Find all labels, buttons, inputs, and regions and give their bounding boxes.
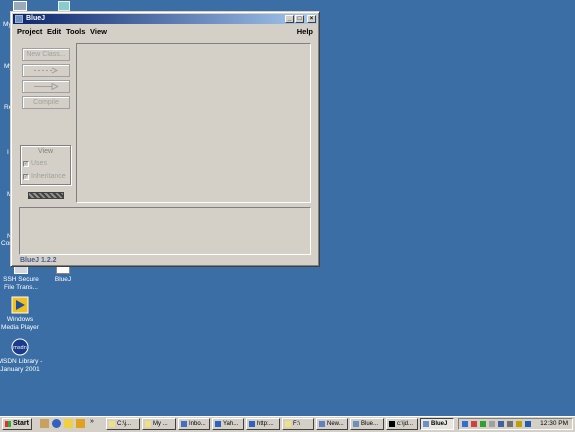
- task-button-active[interactable]: BlueJ: [420, 418, 454, 430]
- desktop-icon-label: MSDN Library -: [0, 358, 43, 365]
- desktop-label-partial-ie: I: [7, 149, 9, 156]
- media-player-icon: [11, 296, 29, 314]
- menu-bar: Project Edit Tools View Help: [15, 27, 315, 37]
- bluej-window: BlueJ _ □ × Project Edit Tools View Help…: [10, 11, 320, 267]
- view-panel: View ✓ Uses ✓ Inheritance: [20, 145, 71, 185]
- browser-icon: [215, 421, 221, 427]
- view-panel-title: View: [37, 148, 54, 155]
- desktop-icon-msdn[interactable]: msdn MSDN Library - January 2001: [0, 338, 46, 374]
- media-player-quicklaunch-icon[interactable]: [76, 419, 85, 428]
- inheritance-arrow-button[interactable]: [22, 80, 70, 93]
- message-area: [19, 207, 311, 255]
- uses-checkbox[interactable]: ✓: [23, 160, 29, 167]
- uses-arrow-button[interactable]: [22, 64, 70, 77]
- task-button[interactable]: c:\jd...: [386, 418, 418, 430]
- maximize-button[interactable]: □: [295, 15, 304, 23]
- desktop-icon-wmp[interactable]: Windows Media Player: [0, 296, 46, 332]
- dashed-arrow-icon: [34, 67, 59, 74]
- menu-view[interactable]: View: [90, 27, 107, 36]
- security-icon[interactable]: [516, 421, 522, 427]
- desktop-icon-label: File Trans...: [4, 284, 38, 291]
- folder-icon: [109, 421, 115, 427]
- msdn-icon: msdn: [11, 338, 29, 356]
- menu-help[interactable]: Help: [297, 27, 313, 36]
- task-button[interactable]: C:\j...: [106, 418, 140, 430]
- uses-label: Uses: [31, 160, 47, 167]
- task-button[interactable]: http:...: [246, 418, 280, 430]
- task-button[interactable]: My ...: [142, 418, 176, 430]
- menu-edit[interactable]: Edit: [47, 27, 61, 36]
- class-diagram-canvas[interactable]: [76, 43, 311, 203]
- compile-button[interactable]: Compile: [22, 96, 70, 109]
- folder-icon: [285, 421, 291, 427]
- internet-explorer-icon[interactable]: [52, 419, 61, 428]
- network-icon[interactable]: [462, 421, 468, 427]
- desktop-icon-label: January 2001: [0, 366, 40, 373]
- menu-project[interactable]: Project: [17, 27, 42, 36]
- system-tray: 12:30 PM: [458, 418, 573, 430]
- task-button[interactable]: Blue...: [350, 418, 384, 430]
- inheritance-label: Inheritance: [31, 173, 66, 180]
- new-class-button[interactable]: New Class...: [22, 48, 70, 61]
- title-bar[interactable]: BlueJ _ □ ×: [13, 14, 317, 24]
- close-button[interactable]: ×: [307, 15, 316, 23]
- inheritance-checkbox-row[interactable]: ✓ Inheritance: [23, 173, 66, 180]
- bluej-app-icon: [15, 15, 23, 23]
- task-button[interactable]: Yah...: [212, 418, 244, 430]
- my-computer-icon[interactable]: [13, 1, 27, 11]
- shortcut-icon[interactable]: [58, 1, 70, 11]
- uses-checkbox-row[interactable]: ✓ Uses: [23, 160, 47, 167]
- folder-icon: [145, 421, 151, 427]
- window-title: BlueJ: [26, 15, 46, 22]
- browser-icon: [249, 421, 255, 427]
- task-button[interactable]: Inbo...: [178, 418, 210, 430]
- inheritance-arrow-icon: [34, 83, 59, 90]
- version-label: BlueJ 1.2.2: [20, 257, 57, 264]
- machine-status-indicator: [28, 192, 64, 199]
- messenger-icon[interactable]: [480, 421, 486, 427]
- start-button[interactable]: Start: [2, 418, 32, 430]
- desktop-icon-label: BlueJ: [54, 276, 72, 283]
- taskbar: Start » C:\j... My ... Inbo... Yah... ht…: [0, 416, 575, 432]
- quick-launch-more[interactable]: »: [90, 418, 94, 425]
- mail-icon: [181, 421, 187, 427]
- bluej-task-icon: [353, 421, 359, 427]
- windows-logo-icon: [5, 421, 11, 427]
- desktop-icon-label: Windows: [6, 316, 34, 323]
- menu-tools[interactable]: Tools: [66, 27, 85, 36]
- clock[interactable]: 12:30 PM: [540, 419, 568, 429]
- svg-text:msdn: msdn: [13, 345, 27, 351]
- desktop-icon-label: Media Player: [1, 324, 39, 331]
- volume-icon[interactable]: [507, 421, 513, 427]
- printer-icon[interactable]: [489, 421, 495, 427]
- task-button[interactable]: New...: [316, 418, 348, 430]
- update-icon[interactable]: [525, 421, 531, 427]
- inheritance-checkbox[interactable]: ✓: [23, 173, 29, 180]
- show-desktop-icon[interactable]: [40, 419, 49, 428]
- display-icon[interactable]: [498, 421, 504, 427]
- window-icon: [319, 421, 325, 427]
- console-icon: [389, 421, 395, 427]
- bluej-task-icon: [423, 421, 429, 427]
- outlook-icon[interactable]: [64, 419, 73, 428]
- antivirus-icon[interactable]: [471, 421, 477, 427]
- start-label: Start: [13, 420, 29, 427]
- task-button[interactable]: F:\: [282, 418, 314, 430]
- minimize-button[interactable]: _: [285, 15, 294, 23]
